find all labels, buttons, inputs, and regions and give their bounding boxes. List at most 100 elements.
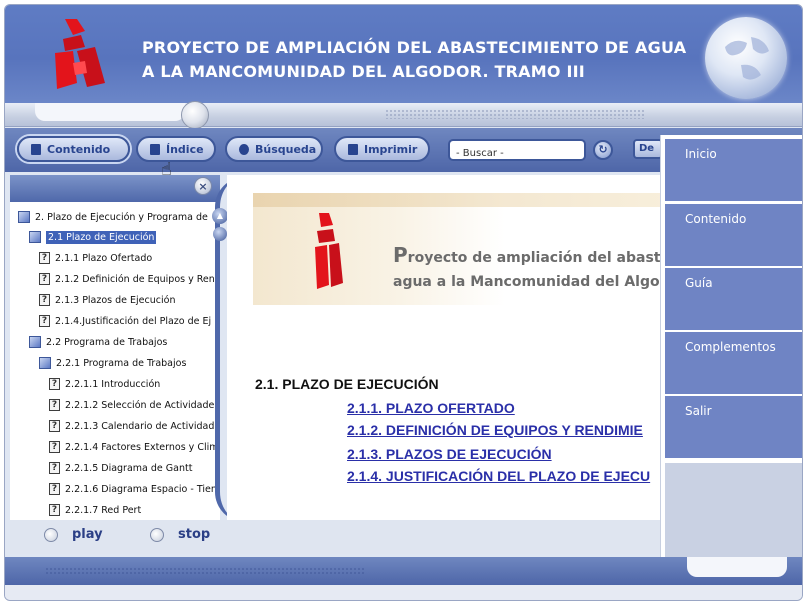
index-tree: 2. Plazo de Ejecución y Programa de 2.1 … bbox=[10, 202, 220, 520]
section-link[interactable]: 2.1.3. PLAZOS DE EJECUCIÓN bbox=[347, 446, 552, 462]
decorative-dots bbox=[45, 567, 365, 575]
red-blocks-logo bbox=[315, 213, 343, 289]
indice-button-label: Índice bbox=[166, 142, 204, 156]
tree-item-label: 2.1.1 Plazo Ofertado bbox=[55, 252, 153, 264]
stop-button[interactable]: stop bbox=[150, 527, 210, 542]
tree-item[interactable]: ? 2.2.1.6 Diagrama Espacio - Tiem bbox=[49, 480, 220, 498]
tree-item-label: 2.1.2 Definición de Equipos y Ren bbox=[55, 273, 215, 285]
tree-item-label: 2.2.1.2 Selección de Actividade bbox=[65, 399, 215, 411]
banner-line-2: agua a la Mancomunidad del Algod bbox=[393, 274, 660, 290]
search-input[interactable] bbox=[450, 144, 584, 163]
help-page-icon: ? bbox=[39, 315, 50, 327]
radio-icon bbox=[44, 527, 58, 542]
decorative-bar bbox=[5, 103, 802, 127]
tree-item-label: 2.2.1.1 Introducción bbox=[65, 378, 161, 390]
tree-item[interactable]: ? 2.1.3 Plazos de Ejecución bbox=[39, 291, 175, 309]
extra-button[interactable]: De bbox=[633, 139, 663, 159]
imprimir-button[interactable]: Imprimir bbox=[334, 136, 430, 162]
tree-item-label: 2.2 Programa de Trabajos bbox=[46, 336, 168, 348]
help-page-icon: ? bbox=[39, 273, 50, 285]
globe-icon bbox=[705, 17, 787, 99]
help-page-icon: ? bbox=[49, 378, 60, 390]
document-icon bbox=[31, 143, 41, 155]
tree-item[interactable]: ? 2.2.1.5 Diagrama de Gantt bbox=[49, 459, 192, 477]
tree-item[interactable]: 2. Plazo de Ejecución y Programa de bbox=[18, 208, 208, 226]
magnifier-icon bbox=[239, 143, 249, 155]
tree-item-label: 2.1 Plazo de Ejecución bbox=[46, 230, 157, 244]
banner-stripe bbox=[253, 193, 660, 207]
tree-item[interactable]: ? 2.1.4.Justificación del Plazo de Ej bbox=[39, 312, 211, 330]
footer-bar bbox=[5, 557, 802, 585]
section-link[interactable]: 2.1.4. JUSTIFICACIÓN DEL PLAZO DE EJECU bbox=[347, 468, 650, 484]
bottom-strip bbox=[5, 585, 802, 600]
content-banner: Proyecto de ampliación del abast agua a … bbox=[253, 193, 660, 305]
stop-label: stop bbox=[178, 527, 211, 542]
side-menu: Inicio Contenido Guía Complementos Salir bbox=[660, 135, 802, 559]
title-line-2: A LA MANCOMUNIDAD DEL ALGODOR. TRAMO III bbox=[142, 62, 585, 81]
section-heading: 2.1. PLAZO DE EJECUCIÓN bbox=[255, 376, 439, 392]
index-icon bbox=[150, 143, 160, 155]
tree-item-label: 2.2.1.5 Diagrama de Gantt bbox=[65, 462, 193, 474]
tree-item-label: 2.1.4.Justificación del Plazo de Ej bbox=[55, 315, 212, 327]
tree-item[interactable]: 2.2.1 Programa de Trabajos bbox=[39, 354, 186, 372]
banner-line-1: royecto de ampliación del abast bbox=[407, 250, 660, 266]
busqueda-button-label: Búsqueda bbox=[255, 142, 317, 156]
red-blocks-logo bbox=[55, 19, 105, 89]
play-button[interactable]: play bbox=[44, 527, 103, 542]
tree-item-label: 2.1.3 Plazos de Ejecución bbox=[55, 294, 176, 306]
tree-item-selected[interactable]: 2.1 Plazo de Ejecución bbox=[29, 228, 157, 246]
contenido-button[interactable]: Contenido bbox=[17, 136, 130, 162]
side-item-complementos[interactable]: Complementos bbox=[665, 332, 802, 394]
side-item-inicio[interactable]: Inicio bbox=[665, 139, 802, 201]
app-window: PROYECTO DE AMPLIACIÓN DEL ABASTECIMIENT… bbox=[4, 4, 803, 601]
help-page-icon: ? bbox=[39, 252, 50, 264]
decorative-tab bbox=[687, 557, 787, 577]
imprimir-button-label: Imprimir bbox=[364, 142, 418, 156]
close-icon[interactable]: × bbox=[194, 177, 212, 195]
knob-icon bbox=[181, 101, 209, 129]
tree-item-label: 2. Plazo de Ejecución y Programa de bbox=[35, 211, 208, 223]
folder-icon bbox=[29, 231, 41, 243]
help-page-icon: ? bbox=[49, 420, 60, 432]
page-title: PROYECTO DE AMPLIACIÓN DEL ABASTECIMIENT… bbox=[142, 36, 686, 84]
section-link[interactable]: 2.1.1. PLAZO OFERTADO bbox=[347, 400, 515, 416]
tree-header bbox=[10, 175, 220, 202]
tree-item[interactable]: ? 2.2.1.7 Red Pert bbox=[49, 501, 141, 519]
section-link[interactable]: 2.1.2. DEFINICIÓN DE EQUIPOS Y RENDIMIE bbox=[347, 422, 643, 438]
side-item-salir[interactable]: Salir bbox=[665, 396, 802, 458]
banner-initial: P bbox=[393, 243, 408, 267]
help-page-icon: ? bbox=[49, 399, 60, 411]
tree-item-label: 2.2.1 Programa de Trabajos bbox=[56, 357, 187, 369]
tree-item[interactable]: ? 2.2.1.2 Selección de Actividade bbox=[49, 396, 214, 414]
folder-icon bbox=[18, 211, 30, 223]
tree-item[interactable]: ? 2.2.1.4 Factores Externos y Clim bbox=[49, 438, 218, 456]
content-area: Proyecto de ampliación del abast agua a … bbox=[227, 175, 660, 520]
decorative-dots bbox=[385, 109, 645, 119]
radio-icon bbox=[150, 527, 164, 542]
help-page-icon: ? bbox=[39, 294, 50, 306]
search-field[interactable] bbox=[448, 139, 586, 163]
folder-icon bbox=[39, 357, 51, 369]
tree-item[interactable]: ? 2.1.2 Definición de Equipos y Ren bbox=[39, 270, 215, 288]
scrollbar-thumb[interactable] bbox=[213, 227, 227, 241]
banner-title: Proyecto de ampliación del abast agua a … bbox=[393, 243, 660, 294]
title-line-1: PROYECTO DE AMPLIACIÓN DEL ABASTECIMIENT… bbox=[142, 38, 687, 57]
tree-item[interactable]: ? 2.2.1.3 Calendario de Actividad bbox=[49, 417, 214, 435]
tree-item-label: 2.2.1.7 Red Pert bbox=[65, 504, 142, 516]
help-page-icon: ? bbox=[49, 462, 60, 474]
tree-item[interactable]: ? 2.1.1 Plazo Ofertado bbox=[39, 249, 152, 267]
refresh-icon[interactable]: ↻ bbox=[593, 140, 613, 160]
folder-icon bbox=[29, 336, 41, 348]
contenido-button-label: Contenido bbox=[47, 142, 111, 156]
scroll-up-icon[interactable]: ▲ bbox=[212, 208, 228, 224]
side-item-guia[interactable]: Guía bbox=[665, 268, 802, 330]
tree-item-label: 2.2.1.4 Factores Externos y Clim bbox=[65, 441, 219, 453]
tree-item[interactable]: 2.2 Programa de Trabajos bbox=[29, 333, 167, 351]
tree-item-label: 2.2.1.6 Diagrama Espacio - Tiem bbox=[65, 483, 220, 495]
tree-item[interactable]: ? 2.2.1.1 Introducción bbox=[49, 375, 160, 393]
play-label: play bbox=[72, 527, 103, 542]
indice-button[interactable]: Índice bbox=[136, 136, 216, 162]
decorative-tab bbox=[35, 103, 185, 121]
side-item-contenido[interactable]: Contenido bbox=[665, 204, 802, 266]
busqueda-button[interactable]: Búsqueda bbox=[225, 136, 323, 162]
